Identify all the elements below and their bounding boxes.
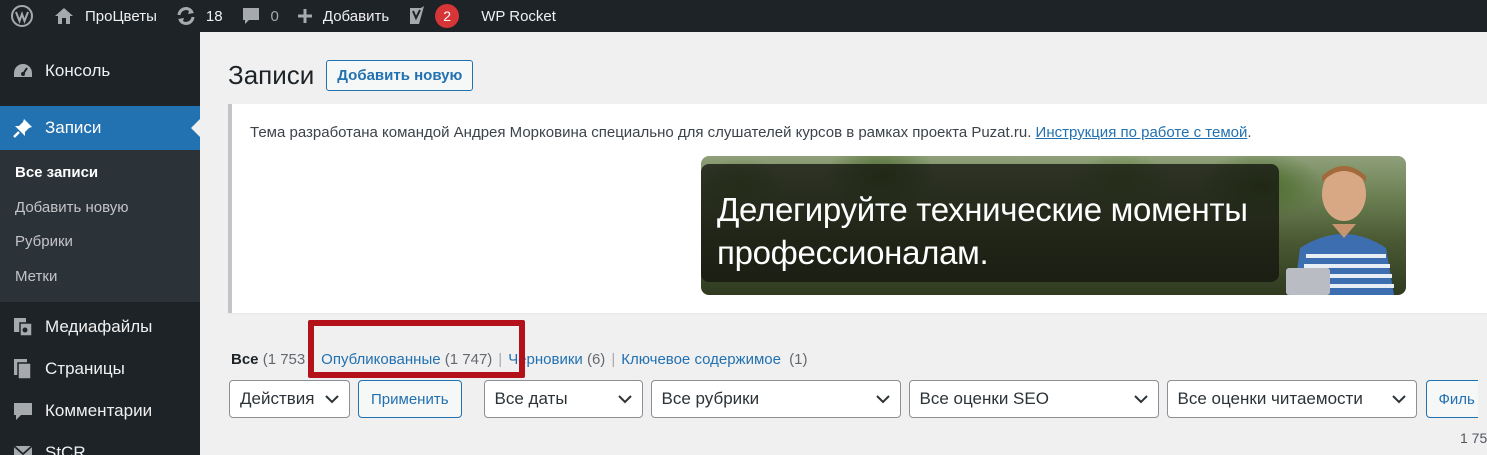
menu-stcr[interactable]: StCR [0,432,200,455]
view-all-count: (1 753 [262,351,306,368]
chevron-down-icon [1133,395,1148,404]
categories-filter-value: Все рубрики [661,389,760,408]
readability-filter-select[interactable]: Все оценки читаемости [1166,380,1417,418]
site-name-link[interactable]: ПроЦветы [44,0,166,32]
view-cornerstone[interactable]: Ключевое содержимое [621,351,781,368]
submenu-add-new[interactable]: Добавить новую [0,191,200,226]
submenu-categories[interactable]: Рубрики [0,225,200,260]
menu-dashboard[interactable]: Консоль [0,52,200,90]
items-count: 1 75 [1460,430,1487,446]
banner-text: Делегируйте технические моменты професси… [717,188,1248,274]
menu-dashboard-label: Консоль [45,61,111,80]
banner-line-2: профессионалам. [717,234,989,271]
wp-rocket-menu[interactable]: WP Rocket [468,0,565,32]
updates-link[interactable]: 18 [166,0,232,32]
submenu-all-posts[interactable]: Все записи [0,156,200,191]
chevron-down-icon [875,395,890,404]
menu-pages[interactable]: Страницы [0,348,200,390]
add-new-post-button[interactable]: Добавить новую [326,60,474,91]
person-photo [1286,166,1394,295]
home-icon [55,8,73,24]
chevron-down-icon [325,395,339,404]
menu-posts-label: Записи [45,118,102,137]
admin-bar: ПроЦветы 18 0 Добавить 2 WP Rocket [0,0,1487,32]
menu-stcr-label: StCR [45,443,86,455]
menu-comments[interactable]: Комментарии [0,390,200,432]
pages-icon [10,358,36,380]
view-all[interactable]: Все [231,351,259,368]
theme-notice: Тема разработана командой Андрея Моркови… [228,104,1487,313]
site-name: ПроЦветы [85,7,157,25]
highlight-box [308,320,525,378]
wp-rocket-label: WP Rocket [481,7,556,25]
filter-button[interactable]: Филь [1425,380,1478,418]
add-new-menu[interactable]: Добавить [288,0,398,32]
add-new-label: Добавить [322,7,390,25]
comment-icon [10,400,36,422]
view-cornerstone-count: (1) [789,351,808,368]
theme-instructions-link[interactable]: Инструкция по работе с темой [1036,124,1248,141]
menu-posts[interactable]: Записи [0,106,200,150]
table-filters: Действия Применить Все даты Все рубрики … [229,380,1478,418]
banner-text-box: Делегируйте технические моменты професси… [701,164,1279,282]
menu-comments-label: Комментарии [45,401,153,420]
dates-filter-select[interactable]: Все даты [483,380,643,418]
mail-icon [10,442,36,455]
promo-banner[interactable]: Делегируйте технические моменты професси… [701,156,1406,295]
comment-bubble-icon [242,8,259,24]
categories-filter-select[interactable]: Все рубрики [650,380,901,418]
dates-filter-value: Все даты [494,389,568,408]
yoast-menu[interactable]: 2 [398,0,468,32]
pin-icon [10,117,36,139]
wordpress-logo-icon[interactable] [0,0,44,32]
menu-media-label: Медиафайлы [45,317,153,336]
readability-filter-value: Все оценки читаемости [1177,389,1363,408]
seo-filter-value: Все оценки SEO [919,389,1049,408]
comments-link[interactable]: 0 [232,0,288,32]
chevron-down-icon [617,395,632,404]
bulk-actions-value: Действия [240,389,315,408]
menu-pages-label: Страницы [45,359,125,378]
refresh-icon [177,7,195,25]
admin-sidebar: Консоль Записи Все записи Добавить новую… [0,32,200,455]
notice-message: Тема разработана командой Андрея Моркови… [250,124,1032,141]
submenu-tags[interactable]: Метки [0,260,200,295]
banner-line-1: Делегируйте технические моменты [717,191,1248,228]
separator: | [611,351,616,368]
notice-period: . [1247,124,1252,141]
yoast-notification-badge: 2 [435,4,460,28]
main-content: Записи Добавить новую Тема разработана к… [200,32,1487,455]
media-icon [10,316,36,338]
comments-count: 0 [270,7,279,25]
posts-submenu: Все записи Добавить новую Рубрики Метки [0,150,200,302]
chevron-down-icon [1391,395,1406,404]
view-drafts-count: (6) [586,351,606,368]
apply-button[interactable]: Применить [358,380,462,418]
page-header: Записи Добавить новую [228,60,474,91]
updates-count: 18 [205,7,223,25]
page-title: Записи [228,60,315,90]
menu-media[interactable]: Медиафайлы [0,306,200,348]
plus-icon [297,9,312,23]
yoast-icon [410,6,425,24]
notice-text: Тема разработана командой Андрея Моркови… [250,124,1252,141]
dashboard-icon [10,60,36,82]
bulk-actions-select[interactable]: Действия [229,380,350,418]
seo-filter-select[interactable]: Все оценки SEO [908,380,1159,418]
